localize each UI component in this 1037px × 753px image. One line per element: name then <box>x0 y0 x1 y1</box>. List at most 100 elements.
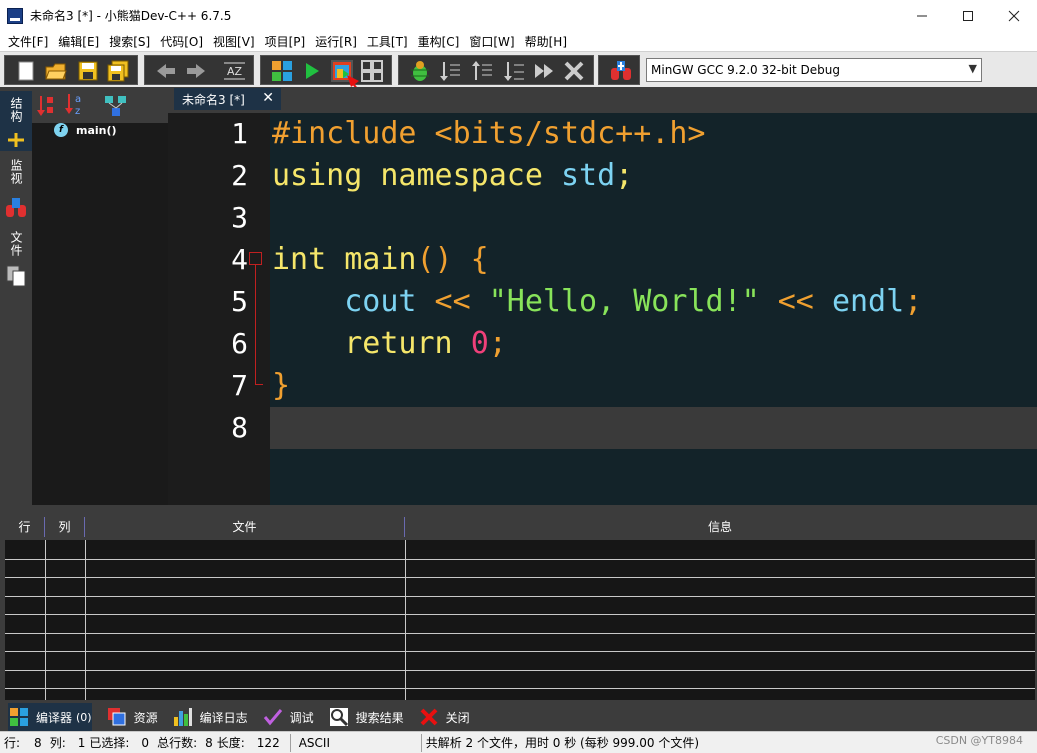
tab-compiler-count: (0) <box>76 710 92 724</box>
col-header-message[interactable]: 信息 <box>405 517 1035 537</box>
tab-compile-log[interactable]: 编译日志 <box>172 703 248 731</box>
redo-button[interactable] <box>185 60 207 82</box>
svg-text:AZ: AZ <box>227 65 243 78</box>
tab-search-results[interactable]: 搜索结果 <box>328 703 404 731</box>
step-over-button[interactable] <box>439 60 461 82</box>
open-file-button[interactable] <box>45 60 67 82</box>
table-row-divider <box>5 688 1035 689</box>
new-file-button[interactable] <box>15 60 37 82</box>
compiler-select-value: MinGW GCC 9.2.0 32-bit Debug <box>651 63 841 77</box>
rebuild-button[interactable] <box>361 60 383 82</box>
tab-resources[interactable]: 资源 <box>106 703 158 731</box>
debug-button[interactable] <box>409 60 431 82</box>
add-class-button[interactable] <box>609 60 631 82</box>
table-row-divider <box>5 558 1035 560</box>
menu-search[interactable]: 搜索[S] <box>104 33 155 50</box>
status-col-label: 列: <box>49 736 66 750</box>
minimize-button[interactable] <box>899 0 945 31</box>
table-row-divider <box>5 651 1035 652</box>
line-number: 3 <box>231 201 248 234</box>
class-item-label: main() <box>76 123 117 137</box>
close-window-button[interactable] <box>991 0 1037 31</box>
col-header-line[interactable]: 行 <box>5 517 45 537</box>
save-all-button[interactable] <box>107 60 129 82</box>
code-line[interactable]: int main() { <box>272 239 489 281</box>
editor-tab-untitled3[interactable]: 未命名3 [*] ✕ <box>174 88 281 110</box>
code-token: ; <box>615 158 634 193</box>
menu-refactor[interactable]: 重构[C] <box>413 33 465 50</box>
compiler-grid-icon <box>8 706 30 728</box>
format-code-button[interactable]: AZ <box>223 60 245 82</box>
search-icon <box>328 706 350 728</box>
rebuild-grid-icon <box>361 60 383 82</box>
panel-splitter[interactable] <box>0 505 1037 517</box>
code-line[interactable]: using namespace std; <box>272 155 633 197</box>
hierarchy-icon <box>105 96 126 116</box>
sort-alpha-button[interactable]: az <box>64 92 88 121</box>
code-token: cout <box>344 284 417 319</box>
tab-close-icon[interactable]: ✕ <box>262 90 274 106</box>
status-col-value: 1 <box>77 735 86 750</box>
fold-line <box>255 265 256 385</box>
menu-tools[interactable]: 工具[T] <box>362 33 413 50</box>
menu-file[interactable]: 文件[F] <box>3 33 53 50</box>
side-tab-files[interactable]: 文件 <box>8 231 25 257</box>
status-row-label: 行: <box>4 736 21 750</box>
sort-by-type-button[interactable] <box>36 94 58 121</box>
undo-button[interactable] <box>155 60 177 82</box>
tab-close-panel[interactable]: 关闭 <box>418 703 470 731</box>
messages-table[interactable] <box>5 540 1035 700</box>
maximize-icon <box>963 10 973 21</box>
menu-project[interactable]: 项目[P] <box>260 33 311 50</box>
col-header-column[interactable]: 列 <box>45 517 85 537</box>
compiler-select[interactable]: MinGW GCC 9.2.0 32-bit Debug ▼ <box>646 58 982 82</box>
side-tab-watch[interactable]: 监视 <box>8 159 25 185</box>
debug-bug-icon <box>411 61 429 81</box>
tab-compiler[interactable]: 编译器 (0) <box>8 703 92 731</box>
status-len-label: 长度: <box>216 736 245 750</box>
add-class-icon <box>611 61 631 80</box>
tab-debug-label: 调试 <box>289 710 314 725</box>
table-row-divider <box>5 669 1035 671</box>
menu-view[interactable]: 视图[V] <box>208 33 260 50</box>
sort-type-icon <box>37 96 53 116</box>
code-line[interactable]: #include <bits/stdc++.h> <box>272 113 705 155</box>
compile-button[interactable] <box>271 60 293 82</box>
step-out-button[interactable] <box>503 60 525 82</box>
compile-run-button[interactable] <box>331 60 353 82</box>
menu-help[interactable]: 帮助[H] <box>520 33 572 50</box>
line-number: 5 <box>231 285 248 318</box>
code-line[interactable]: cout << "Hello, World!" << endl; <box>272 281 922 323</box>
line-number: 6 <box>231 327 248 360</box>
menu-window[interactable]: 窗口[W] <box>464 33 519 50</box>
stop-debug-button[interactable] <box>563 60 585 82</box>
code-area[interactable]: #include <bits/stdc++.h> using namespace … <box>270 113 1037 505</box>
run-button[interactable] <box>301 60 323 82</box>
code-line[interactable]: return 0; <box>272 323 507 365</box>
table-row-divider <box>5 577 1035 578</box>
save-button[interactable] <box>77 60 99 82</box>
status-row-value: 8 <box>34 735 42 750</box>
code-token: #include <bits/stdc++.h> <box>272 116 706 151</box>
continue-button[interactable] <box>533 60 555 82</box>
tab-debug[interactable]: 调试 <box>262 703 314 731</box>
side-tab-structure-label: 结构 <box>9 97 23 123</box>
menu-run[interactable]: 运行[R] <box>310 33 362 50</box>
fold-marker[interactable] <box>249 252 262 265</box>
menu-code[interactable]: 代码[O] <box>155 33 208 50</box>
status-encoding[interactable]: ASCII <box>299 736 417 750</box>
menu-edit[interactable]: 编辑[E] <box>53 33 104 50</box>
compiler-messages-panel: 行 列 文件 信息 <box>0 517 1037 703</box>
code-editor[interactable]: 1 2 3 4 5 6 7 8 #include <bits/stdc++.h> using n… <box>168 113 1037 505</box>
maximize-button[interactable] <box>945 0 991 31</box>
col-header-file[interactable]: 文件 <box>85 517 405 537</box>
step-into-button[interactable] <box>471 60 493 82</box>
code-line[interactable]: } <box>272 365 290 407</box>
show-inherited-button[interactable] <box>104 94 128 121</box>
line-number: 2 <box>231 159 248 192</box>
tab-compiler-label: 编译器 <box>36 710 73 725</box>
status-divider <box>289 733 291 752</box>
class-item-main[interactable]: f main() <box>54 123 117 137</box>
